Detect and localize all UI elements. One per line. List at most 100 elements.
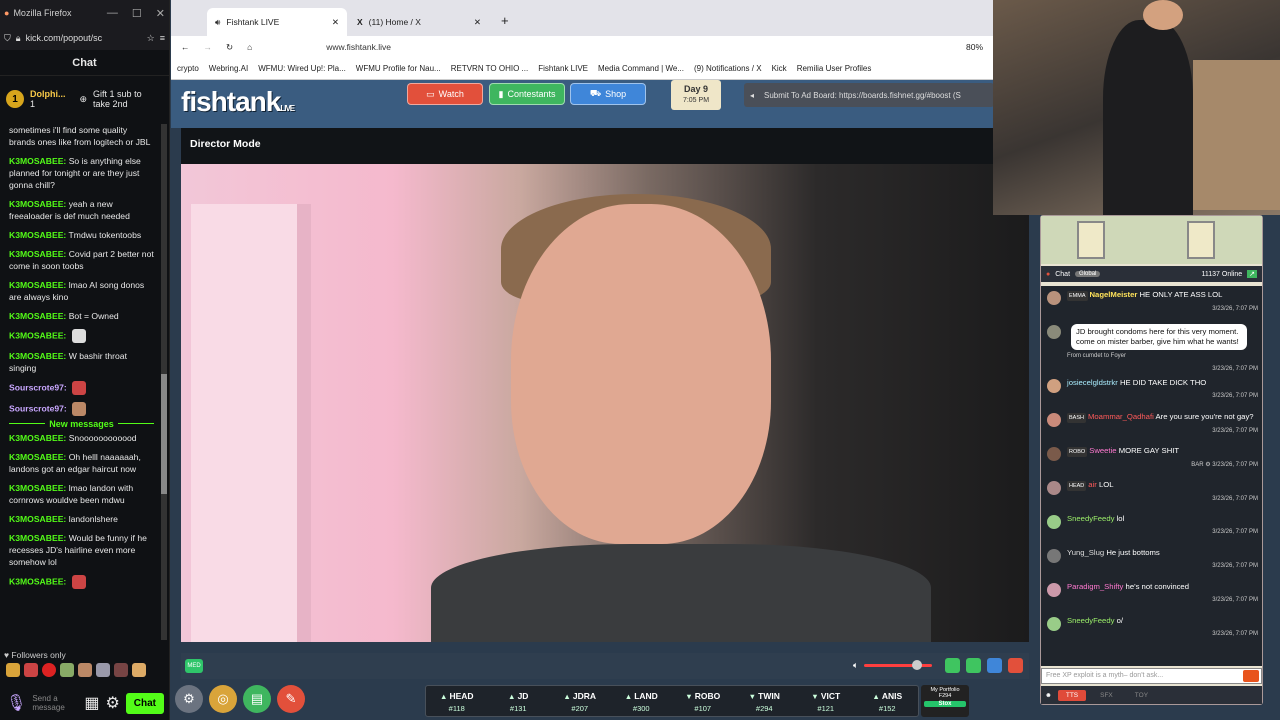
sfx-button[interactable]: SFX xyxy=(1092,690,1121,701)
contestant-stock[interactable]: ▲ LAND #300 xyxy=(611,686,673,716)
page-scrollbar[interactable] xyxy=(1268,215,1280,720)
minimize-icon[interactable]: — xyxy=(107,7,118,20)
chat-username[interactable]: josiecelgldstrkr xyxy=(1067,378,1118,387)
settings-icon[interactable]: ⚙ xyxy=(105,693,119,713)
user-avatar[interactable] xyxy=(1047,549,1061,563)
ad-board-banner[interactable]: ◂ Submit To Ad Board: https://boards.fish… xyxy=(744,83,994,107)
chat-username[interactable]: K3MOSABEE: xyxy=(9,514,66,524)
emote-row[interactable] xyxy=(6,663,146,677)
bookmark-item[interactable]: Media Command | We... xyxy=(598,64,684,73)
chat-username[interactable]: Moammar_Qadhafi xyxy=(1088,412,1154,421)
grid-icon[interactable]: ▦ xyxy=(84,693,99,713)
user-avatar[interactable] xyxy=(1047,515,1061,529)
expand-icon[interactable]: ↗ xyxy=(1247,270,1257,278)
bookmark-item[interactable]: WFMU Profile for Nau... xyxy=(356,64,441,73)
chat-username[interactable]: Sweetie xyxy=(1089,446,1116,455)
volume-slider[interactable] xyxy=(864,660,933,670)
kick-url-bar[interactable]: ⛉ 🔒︎ kick.com/popout/sc ☆ ≡ xyxy=(0,26,169,50)
contestant-stock[interactable]: ▲ ANIS #152 xyxy=(857,686,919,716)
user-avatar[interactable] xyxy=(1047,481,1061,495)
chat-username[interactable]: K3MOSABEE: xyxy=(9,330,66,340)
video-player[interactable] xyxy=(181,164,1029,642)
bookmark-item[interactable]: (9) Notifications / X xyxy=(694,64,762,73)
mic-icon[interactable]: 🎙︎ xyxy=(6,693,26,713)
emote[interactable] xyxy=(6,663,20,677)
chat-username[interactable]: K3MOSABEE: xyxy=(9,452,66,462)
chat-username[interactable]: K3MOSABEE: xyxy=(9,576,66,586)
chat-username[interactable]: K3MOSABEE: xyxy=(9,433,66,443)
contestant-stock[interactable]: ▼ TWIN #294 xyxy=(734,686,796,716)
coins-icon[interactable]: ◎ xyxy=(209,685,237,713)
kick-url[interactable]: kick.com/popout/sc xyxy=(26,33,103,43)
tab-x[interactable]: X (11) Home / X ✕ xyxy=(349,8,489,36)
star-icon[interactable]: ☆ xyxy=(147,33,155,44)
stats-icon[interactable]: ✎ xyxy=(277,685,305,713)
toy-button[interactable]: TOY xyxy=(1127,690,1156,701)
clip-icon[interactable] xyxy=(945,658,960,673)
chat-username[interactable]: air xyxy=(1088,480,1097,489)
chat-username[interactable]: K3MOSABEE: xyxy=(9,483,66,493)
chat-username[interactable]: K3MOSABEE: xyxy=(9,156,66,166)
emote[interactable] xyxy=(42,663,56,677)
portfolio-widget[interactable]: My Portfolio F294 Stox xyxy=(921,685,969,717)
fullscreen-icon[interactable] xyxy=(987,658,1002,673)
chat-scrollbar[interactable] xyxy=(161,124,167,640)
cast-icon[interactable] xyxy=(966,658,981,673)
user-avatar[interactable] xyxy=(1047,413,1061,427)
bookmark-item[interactable]: crypto xyxy=(177,64,199,73)
settings-gear-icon[interactable]: ⚙ xyxy=(175,685,203,713)
close-icon[interactable]: ✕ xyxy=(156,7,165,20)
user-avatar[interactable] xyxy=(1047,379,1061,393)
emote[interactable] xyxy=(114,663,128,677)
tab-close-icon[interactable]: ✕ xyxy=(474,17,481,28)
back-icon[interactable]: ← xyxy=(181,42,190,52)
address-bar[interactable]: www.fishtank.live xyxy=(326,42,391,52)
record-icon[interactable] xyxy=(1008,658,1023,673)
chat-username[interactable]: NagelMeister xyxy=(1090,290,1138,299)
emote[interactable] xyxy=(78,663,92,677)
chat-username[interactable]: SneedyFeedy xyxy=(1067,616,1114,625)
emoji-icon[interactable]: ☻ xyxy=(1045,692,1052,699)
bookmark-item[interactable]: Fishtank LIVE xyxy=(538,64,588,73)
emote[interactable] xyxy=(24,663,38,677)
send-message-input[interactable]: Send a message xyxy=(32,694,78,712)
bookmark-item[interactable]: RETVRN TO OHIO ... xyxy=(451,64,529,73)
contestant-stock[interactable]: ▲ HEAD #118 xyxy=(426,686,488,716)
fishtank-chat-input[interactable]: Free XP exploit is a myth– don't ask... xyxy=(1041,668,1262,684)
volume-icon[interactable]: 🔈︎ xyxy=(853,660,858,671)
tab-fishtank[interactable]: 🔊︎ Fishtank LIVE ✕ xyxy=(207,8,347,36)
gift-leaderboard[interactable]: 1 Dolphi... 1 ⊕ Gift 1 sub to take 2nd xyxy=(0,76,169,122)
chat-username[interactable]: K3MOSABEE: xyxy=(9,280,66,290)
emote[interactable] xyxy=(60,663,74,677)
chat-send-button[interactable]: Chat xyxy=(125,692,165,714)
emote[interactable] xyxy=(132,663,146,677)
user-avatar[interactable] xyxy=(1047,291,1061,305)
bookmark-item[interactable]: Kick xyxy=(772,64,787,73)
maximize-icon[interactable]: ☐ xyxy=(132,7,142,20)
shop-button[interactable]: ⛟ Shop xyxy=(570,83,646,105)
watch-button[interactable]: ▭ Watch xyxy=(407,83,483,105)
bookmark-item[interactable]: Remilia User Profiles xyxy=(797,64,872,73)
user-avatar[interactable] xyxy=(1047,325,1061,339)
chat-username[interactable]: SneedyFeedy xyxy=(1067,514,1114,523)
bookmark-item[interactable]: WFMU: Wired Up!: Pla... xyxy=(258,64,346,73)
bookmark-item[interactable]: Webring.AI xyxy=(209,64,248,73)
chat-username[interactable]: K3MOSABEE: xyxy=(9,199,66,209)
fishtank-logo[interactable]: fishtankLIVE xyxy=(181,86,295,118)
zoom-level[interactable]: 80% xyxy=(966,42,983,52)
contestants-button[interactable]: ▮ Contestants xyxy=(489,83,565,105)
new-messages-divider[interactable]: New messages xyxy=(9,419,154,429)
contestant-stock[interactable]: ▲ JDRA #207 xyxy=(549,686,611,716)
user-avatar[interactable] xyxy=(1047,617,1061,631)
chat-username[interactable]: K3MOSABEE: xyxy=(9,351,66,361)
home-icon[interactable]: ⌂ xyxy=(247,42,252,52)
tab-close-icon[interactable]: ✕ xyxy=(332,17,339,28)
volume-knob[interactable] xyxy=(912,660,923,670)
chat-username[interactable]: Sourscrote97: xyxy=(9,382,67,392)
global-tab[interactable]: Global xyxy=(1075,271,1101,277)
menu-icon[interactable]: ≡ xyxy=(160,33,165,43)
user-avatar[interactable] xyxy=(1047,583,1061,597)
send-icon[interactable] xyxy=(1243,670,1259,682)
contestant-stock[interactable]: ▼ VICT #121 xyxy=(795,686,857,716)
scroll-thumb[interactable] xyxy=(161,374,167,494)
